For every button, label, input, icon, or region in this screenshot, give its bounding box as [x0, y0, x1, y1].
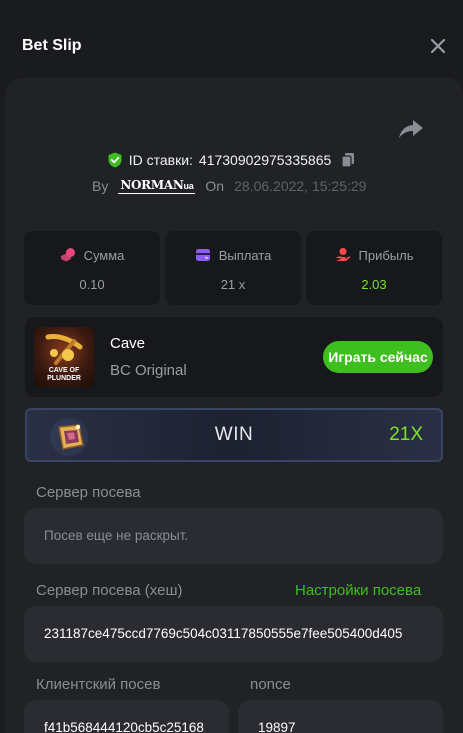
bet-author-row: By NORMANua On 28.06.2022, 15:25:29 — [92, 177, 366, 195]
by-label: By — [92, 178, 109, 194]
stat-payout: Выплата 21 x — [165, 231, 301, 305]
stat-profit-label: Прибыль — [358, 247, 414, 263]
profit-icon — [335, 248, 350, 261]
shield-check-icon — [108, 152, 122, 168]
client-seed-value: f41b568444120cb5c25168 — [44, 720, 204, 733]
pickaxe-icon — [45, 334, 83, 365]
server-seed-hash-label: Сервер посева (хеш) — [36, 582, 183, 599]
bet-id-label: ID ставки: — [128, 152, 193, 168]
server-seed-label: Сервер посева — [36, 484, 141, 501]
bet-slip-header: Bet Slip — [0, 0, 463, 76]
share-icon[interactable] — [398, 118, 424, 140]
game-provider: BC Original — [110, 362, 187, 379]
copy-icon[interactable] — [340, 152, 356, 168]
server-seed-field[interactable]: Посев еще не раскрыт. — [24, 508, 443, 564]
result-multiplier: 21X — [389, 424, 423, 445]
seed-settings-link[interactable]: Настройки посева — [295, 582, 421, 599]
game-thumbnail[interactable]: CAVE OF PLUNDER — [34, 327, 94, 387]
stat-amount-label: Сумма — [83, 247, 125, 263]
nonce-value: 19897 — [258, 720, 296, 733]
coins-icon — [60, 248, 75, 262]
stat-amount: Сумма 0.10 — [24, 231, 160, 305]
stat-payout-label: Выплата — [218, 247, 272, 263]
stat-payout-value: 21 x — [220, 277, 246, 292]
server-seed-hash-value: 231187ce475ccd7769c504c03117850555e7fee5… — [44, 626, 403, 641]
server-seed-hash-field[interactable]: 231187ce475ccd7769c504c03117850555e7fee5… — [24, 606, 443, 662]
bet-datetime: 28.06.2022, 15:25:29 — [234, 178, 367, 194]
bet-id-row: ID ставки: 41730902975335865 — [0, 150, 463, 170]
game-card: CAVE OF PLUNDER Cave BC Original Играть … — [25, 317, 443, 397]
game-thumbnail-title: CAVE OF PLUNDER — [47, 367, 81, 382]
bet-id-value: 41730902975335865 — [198, 152, 332, 168]
bet-result-banner: WIN 21X — [25, 408, 443, 462]
server-seed-placeholder: Посев еще не раскрыт. — [44, 528, 189, 543]
stat-amount-value: 0.10 — [79, 277, 105, 292]
result-word: WIN — [214, 424, 254, 445]
client-seed-field[interactable]: f41b568444120cb5c25168 — [24, 700, 229, 733]
close-icon[interactable] — [428, 36, 448, 56]
nonce-field[interactable]: 19897 — [238, 700, 443, 733]
dialog-title: Bet Slip — [22, 37, 82, 54]
username-text: NORMAN — [120, 178, 184, 192]
wallet-icon — [195, 249, 210, 261]
nonce-label: nonce — [250, 676, 291, 693]
game-name: Cave — [110, 335, 146, 352]
username-link[interactable]: NORMANua — [118, 178, 196, 194]
stat-profit-value: 2.03 — [361, 277, 387, 292]
on-label: On — [205, 178, 225, 194]
play-now-button[interactable]: Играть сейчас — [323, 341, 433, 373]
client-seed-label: Клиентский посев — [36, 676, 161, 693]
stat-profit: Прибыль 2.03 — [306, 231, 442, 305]
username-suffix: ua — [183, 181, 194, 191]
